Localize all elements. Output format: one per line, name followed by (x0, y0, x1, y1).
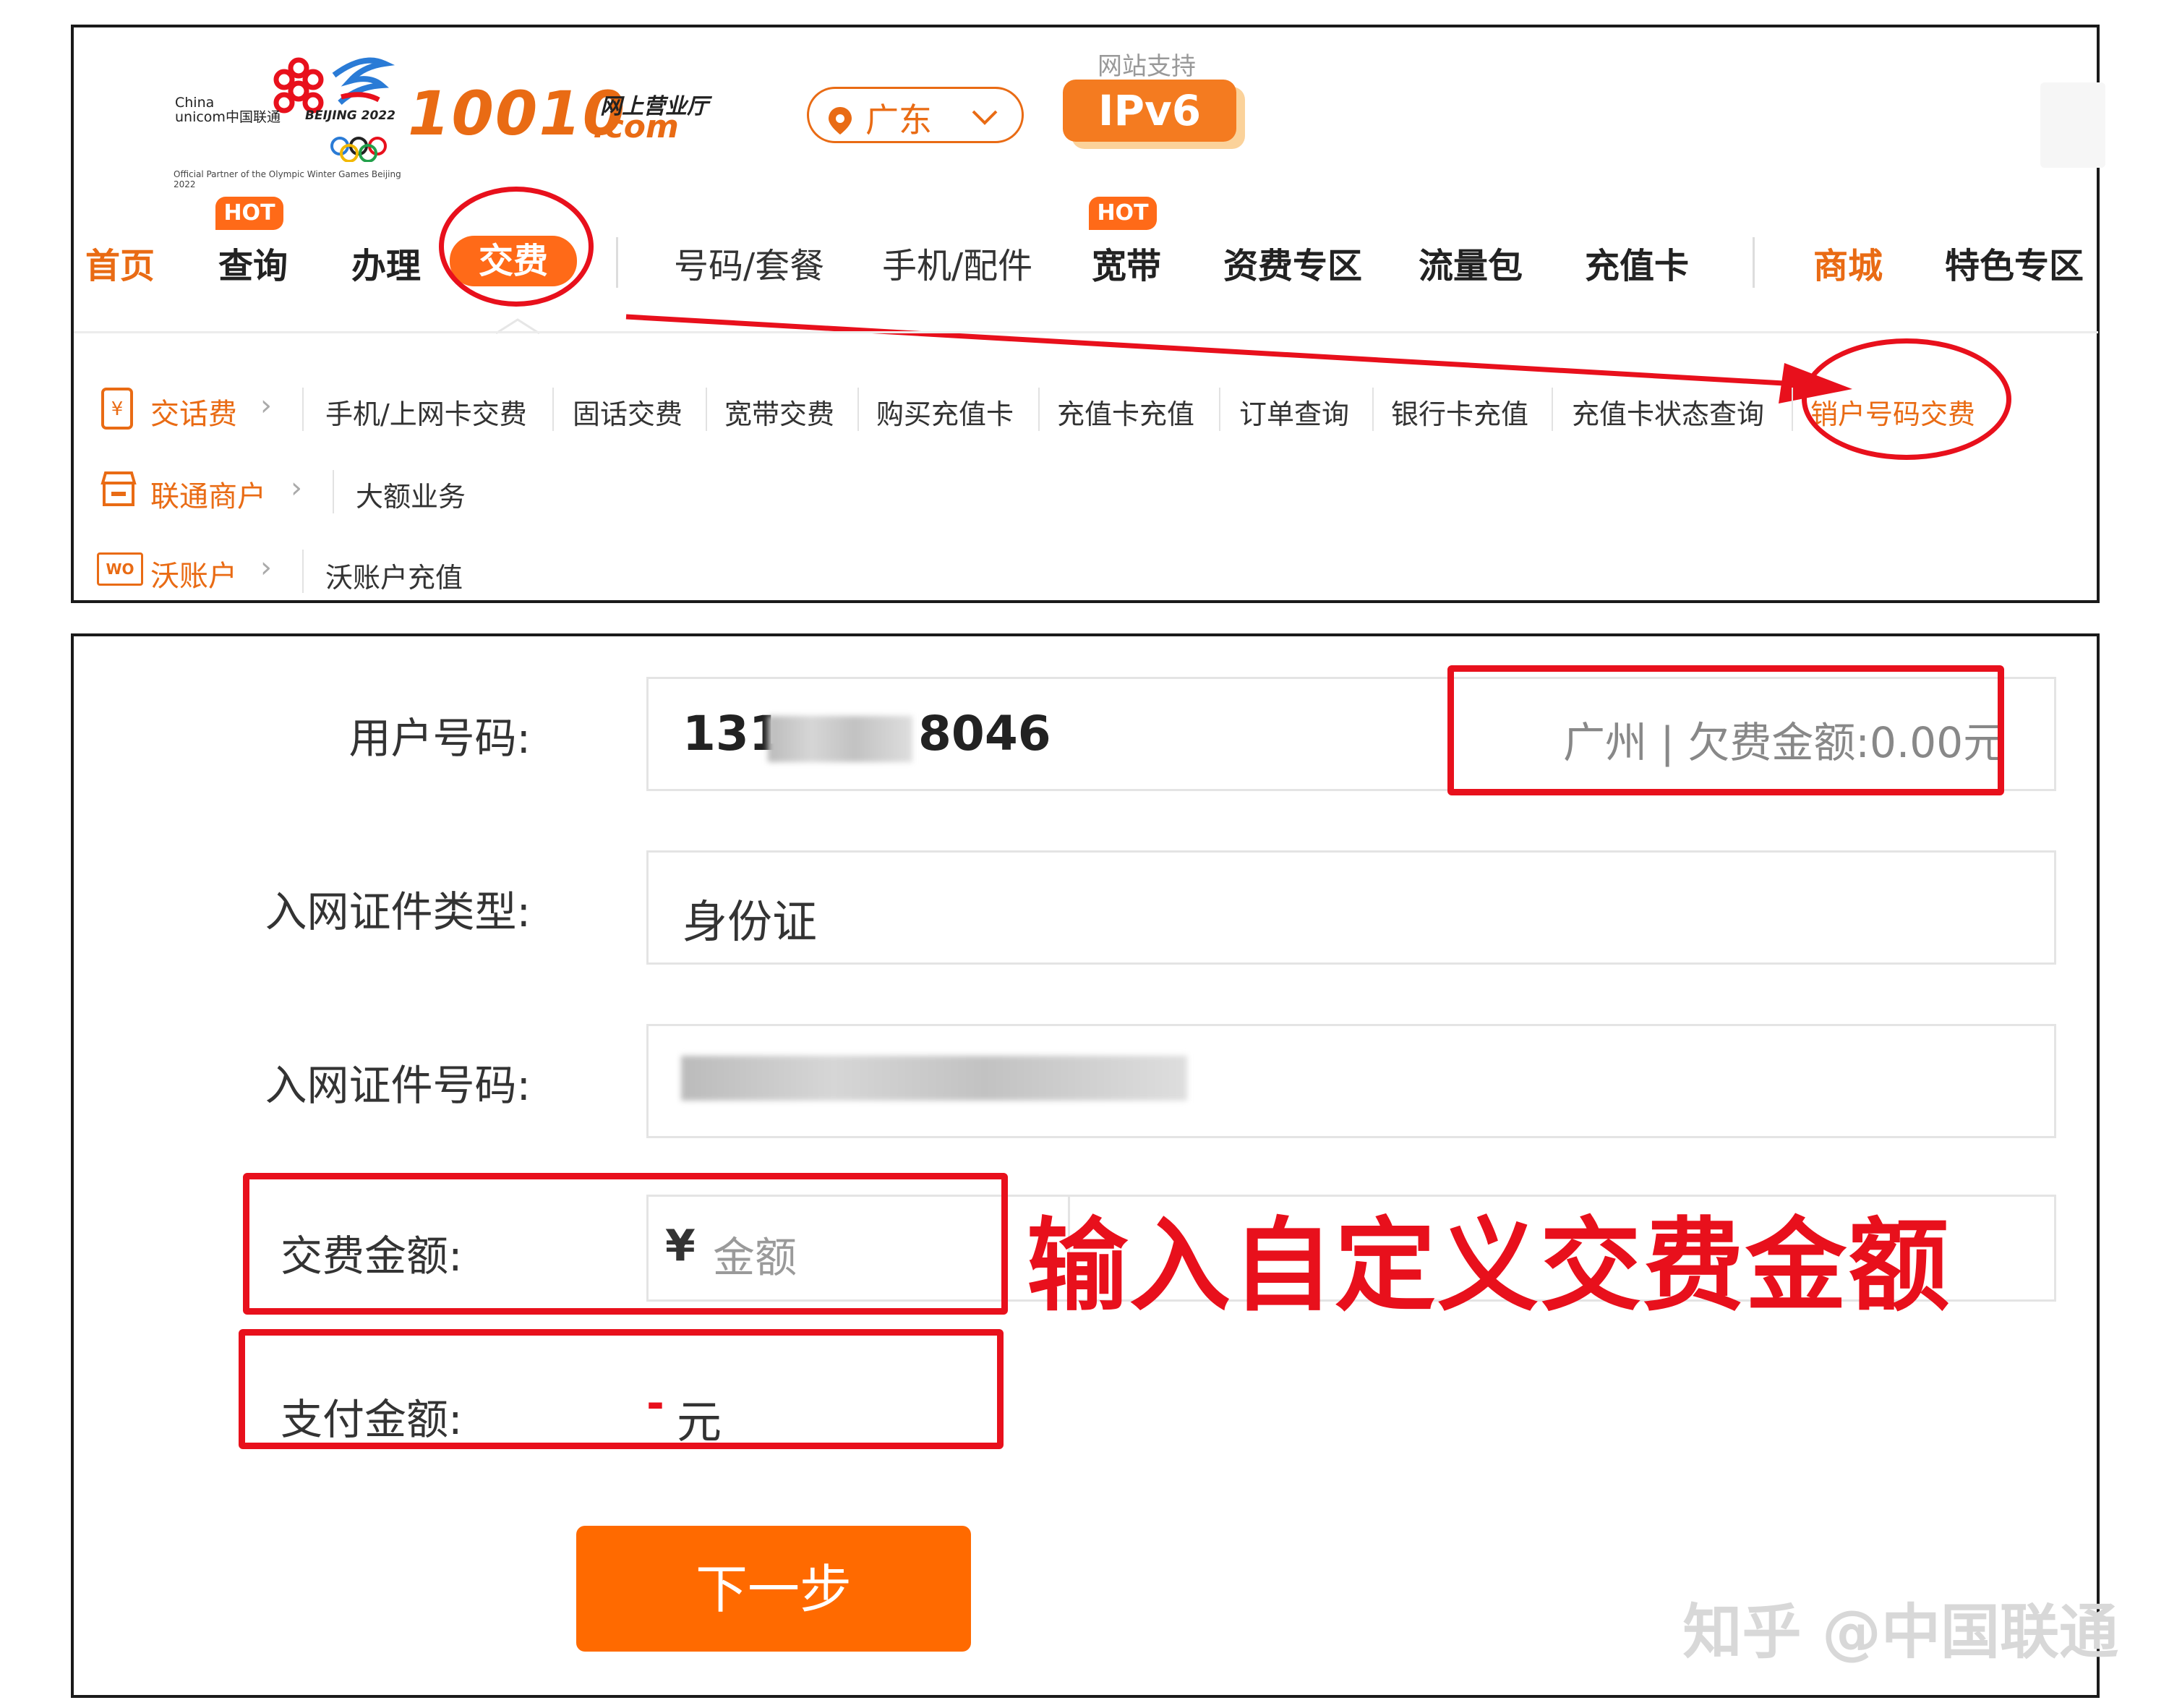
phone-blurred-digits (768, 716, 912, 762)
subnav-category-wo-account[interactable]: 沃账户 (150, 552, 237, 594)
nav-phone-accessories[interactable]: 手机/配件 (882, 237, 1032, 288)
site-support-label: 网站支持 (1098, 52, 1196, 81)
nav-query[interactable]: 查询 (218, 237, 288, 288)
subnav-bank-card-recharge[interactable]: 银行卡充值 (1391, 392, 1528, 432)
subnav-separator (302, 550, 304, 593)
beijing-2022-emblem-icon (330, 57, 395, 162)
annotation-box-debt (1447, 665, 2004, 795)
nav-handle[interactable]: 办理 (351, 237, 421, 288)
annotation-arrow-icon (625, 314, 1852, 403)
id-type-value: 身份证 (683, 895, 818, 948)
annotation-box-pay (239, 1329, 1004, 1449)
chevron-down-icon (972, 110, 998, 125)
nav-home[interactable]: 首页 (85, 237, 155, 288)
logo-com: .com (593, 108, 679, 145)
id-number-blurred (681, 1056, 1187, 1101)
annotation-circle-closed-number (1802, 338, 2011, 460)
hot-badge-query: HOT (215, 197, 283, 230)
phone-bill-icon: ¥ (101, 388, 133, 430)
subnav-separator (302, 388, 304, 431)
annotation-circle-payment (439, 187, 594, 307)
nav-mall[interactable]: 商城 (1813, 237, 1883, 288)
subnav-card-recharge[interactable]: 充值卡充值 (1057, 392, 1194, 432)
province-label: 广东 (865, 101, 932, 140)
nav-special-zone[interactable]: 特色专区 (1945, 237, 2084, 288)
subnav-separator (1372, 388, 1374, 431)
subnav-card-status-query[interactable]: 充值卡状态查询 (1572, 392, 1764, 432)
phone-suffix: 8046 (918, 706, 1051, 761)
unicom-logo-line2: unicom中国联通 (175, 109, 281, 125)
subnav-broadband-payment[interactable]: 宽带交费 (724, 392, 834, 432)
nav-recharge-card[interactable]: 充值卡 (1585, 237, 1689, 288)
unicom-logo-line1: China (175, 95, 215, 111)
subnav-category-merchant[interactable]: 联通商户 (150, 473, 266, 515)
id-number-label: 入网证件号码: (265, 1061, 531, 1110)
ipv6-badge: IPv6 (1063, 80, 1236, 142)
subnav-wo-recharge[interactable]: 沃账户充值 (325, 555, 463, 595)
chevron-right-icon: › (260, 389, 272, 422)
nav-data-pack[interactable]: 流量包 (1419, 237, 1523, 288)
subnav-separator (333, 470, 334, 513)
subnav-separator (1552, 388, 1553, 431)
annotation-box-amount (243, 1173, 1008, 1315)
subnav-separator (1219, 388, 1220, 431)
chevron-right-icon: › (291, 471, 302, 505)
subnav-separator (1038, 388, 1040, 431)
hot-badge-broadband: HOT (1089, 197, 1157, 230)
subnav-buy-recharge-card[interactable]: 购买充值卡 (876, 392, 1014, 432)
header-right-placeholder (2040, 82, 2105, 168)
subnav-large-business[interactable]: 大额业务 (356, 474, 466, 514)
wo-account-icon: WO (97, 552, 143, 586)
id-type-select[interactable] (646, 850, 2056, 965)
subnav-separator (706, 388, 707, 431)
site-header-panel: China unicom中国联通 BEIJING 2022 Official P… (71, 25, 2105, 603)
nav-broadband[interactable]: 宽带 (1092, 237, 1161, 288)
subnav-separator (1792, 388, 1793, 431)
nav-number-plan[interactable]: 号码/套餐 (674, 237, 824, 288)
beijing-2022-text: BEIJING 2022 (305, 108, 395, 123)
olympic-partner-text: Official Partner of the Olympic Winter G… (174, 169, 401, 189)
subnav-separator (857, 388, 859, 431)
chevron-right-icon: › (260, 551, 272, 584)
zhihu-watermark: 知乎 @中国联通 (1682, 1598, 2118, 1667)
merchant-store-icon (100, 471, 137, 506)
next-step-button[interactable]: 下一步 (576, 1526, 971, 1652)
subnav-mobile-payment[interactable]: 手机/上网卡交费 (325, 392, 527, 432)
nav-separator (1753, 237, 1755, 288)
location-pin-icon (829, 107, 852, 134)
nav-divider-line (74, 331, 2098, 333)
phone-number-label: 用户号码: (348, 714, 531, 763)
subnav-landline-payment[interactable]: 固话交费 (573, 392, 683, 432)
annotation-custom-amount: 输入自定义交费金额 (1027, 1208, 1951, 1325)
nav-tariff-zone[interactable]: 资费专区 (1223, 237, 1362, 288)
nav-separator (616, 237, 618, 288)
payment-form-panel: 用户号码: 131 8046 广州 | 欠费金额:0.00元 显示欠费金额 入网… (71, 633, 2100, 1698)
subnav-order-query[interactable]: 订单查询 (1239, 392, 1349, 432)
subnav-separator (552, 388, 554, 431)
svg-text:¥: ¥ (111, 398, 124, 420)
subnav-category-phone-bill[interactable]: 交话费 (150, 390, 237, 432)
id-type-label: 入网证件类型: (265, 887, 531, 936)
